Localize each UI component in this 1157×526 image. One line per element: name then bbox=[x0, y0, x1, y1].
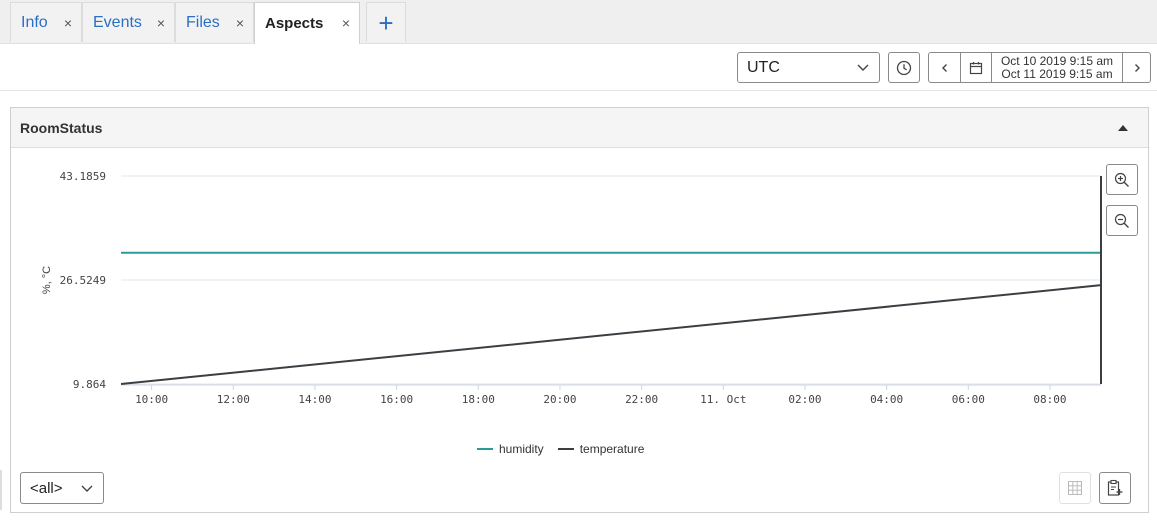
calendar-icon bbox=[969, 61, 983, 74]
x-tick-label: 10:00 bbox=[135, 393, 168, 406]
aspect-panel: RoomStatus 43.1859 26.5249 9.864 %, °C 10:00… bbox=[10, 107, 1149, 513]
series-line-temperature bbox=[120, 284, 1102, 385]
table-view-button[interactable] bbox=[1059, 472, 1091, 504]
y-axis-label: %, °C bbox=[41, 266, 53, 294]
panel-title: RoomStatus bbox=[20, 120, 103, 136]
date-range-display[interactable]: Oct 10 2019 9:15 am Oct 11 2019 9:15 am bbox=[992, 53, 1122, 82]
legend-item-temperature[interactable]: temperature bbox=[557, 442, 645, 456]
y-tick-label: 9.864 bbox=[73, 378, 106, 391]
x-tick-label: 14:00 bbox=[298, 393, 331, 406]
tab-events[interactable]: Events × bbox=[82, 2, 175, 42]
next-range-button[interactable] bbox=[1122, 53, 1150, 82]
clock-icon bbox=[896, 60, 912, 75]
edge-divider bbox=[0, 470, 2, 510]
history-button[interactable] bbox=[888, 52, 920, 83]
x-tick-label: 11. Oct bbox=[700, 393, 746, 406]
timezone-value: UTC bbox=[747, 58, 780, 76]
chevron-down-icon bbox=[81, 485, 93, 492]
x-tick-label: 08:00 bbox=[1033, 393, 1066, 406]
chart-legend: humidity temperature bbox=[477, 442, 658, 456]
x-tick-label: 20:00 bbox=[543, 393, 576, 406]
tab-aspects[interactable]: Aspects × bbox=[254, 2, 360, 44]
caret-up-icon[interactable] bbox=[1118, 124, 1128, 132]
range-end: Oct 11 2019 9:15 am bbox=[1001, 67, 1113, 81]
legend-swatch bbox=[477, 448, 493, 450]
x-tick-label: 12:00 bbox=[217, 393, 250, 406]
tab-info[interactable]: Info × bbox=[10, 2, 82, 42]
x-tick-label: 04:00 bbox=[870, 393, 903, 406]
previous-range-button[interactable] bbox=[929, 53, 961, 82]
calendar-button[interactable] bbox=[961, 53, 992, 82]
x-tick-label: 06:00 bbox=[952, 393, 985, 406]
date-range-picker: Oct 10 2019 9:15 am Oct 11 2019 9:15 am bbox=[928, 52, 1151, 83]
chevron-right-icon bbox=[1134, 63, 1140, 72]
x-tick-label: 18:00 bbox=[462, 393, 495, 406]
y-tick-label: 43.1859 bbox=[60, 170, 106, 183]
export-button[interactable] bbox=[1099, 472, 1131, 504]
timezone-select[interactable]: UTC bbox=[737, 52, 880, 83]
filter-value: <all> bbox=[30, 479, 63, 497]
grid-icon bbox=[1068, 481, 1082, 495]
toolbar-divider bbox=[0, 90, 1157, 91]
legend-item-humidity[interactable]: humidity bbox=[477, 442, 544, 456]
x-tick-label: 22:00 bbox=[625, 393, 658, 406]
tab-bar: Info × Events × Files × Aspects × + bbox=[0, 0, 1157, 44]
panel-header[interactable]: RoomStatus bbox=[11, 108, 1148, 148]
tab-label: Info bbox=[21, 13, 48, 31]
close-icon[interactable]: × bbox=[236, 15, 244, 31]
chevron-left-icon bbox=[941, 63, 947, 72]
tab-label: Aspects bbox=[265, 15, 324, 32]
zoom-out-icon bbox=[1114, 213, 1129, 228]
zoom-in-button[interactable] bbox=[1106, 164, 1138, 195]
zoom-in-icon bbox=[1114, 172, 1129, 187]
line-chart: 43.1859 26.5249 9.864 %, °C 10:00 12:00 14:00 1… bbox=[41, 170, 1102, 406]
x-tick-label: 16:00 bbox=[380, 393, 413, 406]
variable-filter-select[interactable]: <all> bbox=[20, 472, 104, 504]
y-tick-label: 26.5249 bbox=[60, 274, 106, 287]
close-icon[interactable]: × bbox=[157, 15, 165, 31]
zoom-out-button[interactable] bbox=[1106, 205, 1138, 236]
legend-label: humidity bbox=[499, 442, 544, 456]
tab-files[interactable]: Files × bbox=[175, 2, 254, 42]
clipboard-add-icon bbox=[1107, 479, 1123, 496]
tab-label: Events bbox=[93, 13, 142, 31]
legend-swatch bbox=[557, 448, 574, 450]
plus-icon: + bbox=[378, 7, 394, 38]
chevron-down-icon bbox=[857, 64, 869, 71]
tab-label: Files bbox=[186, 13, 220, 31]
add-tab-button[interactable]: + bbox=[366, 2, 406, 42]
x-tick-label: 02:00 bbox=[788, 393, 821, 406]
close-icon[interactable]: × bbox=[342, 15, 350, 31]
legend-label: temperature bbox=[579, 442, 645, 456]
close-icon[interactable]: × bbox=[64, 15, 72, 31]
